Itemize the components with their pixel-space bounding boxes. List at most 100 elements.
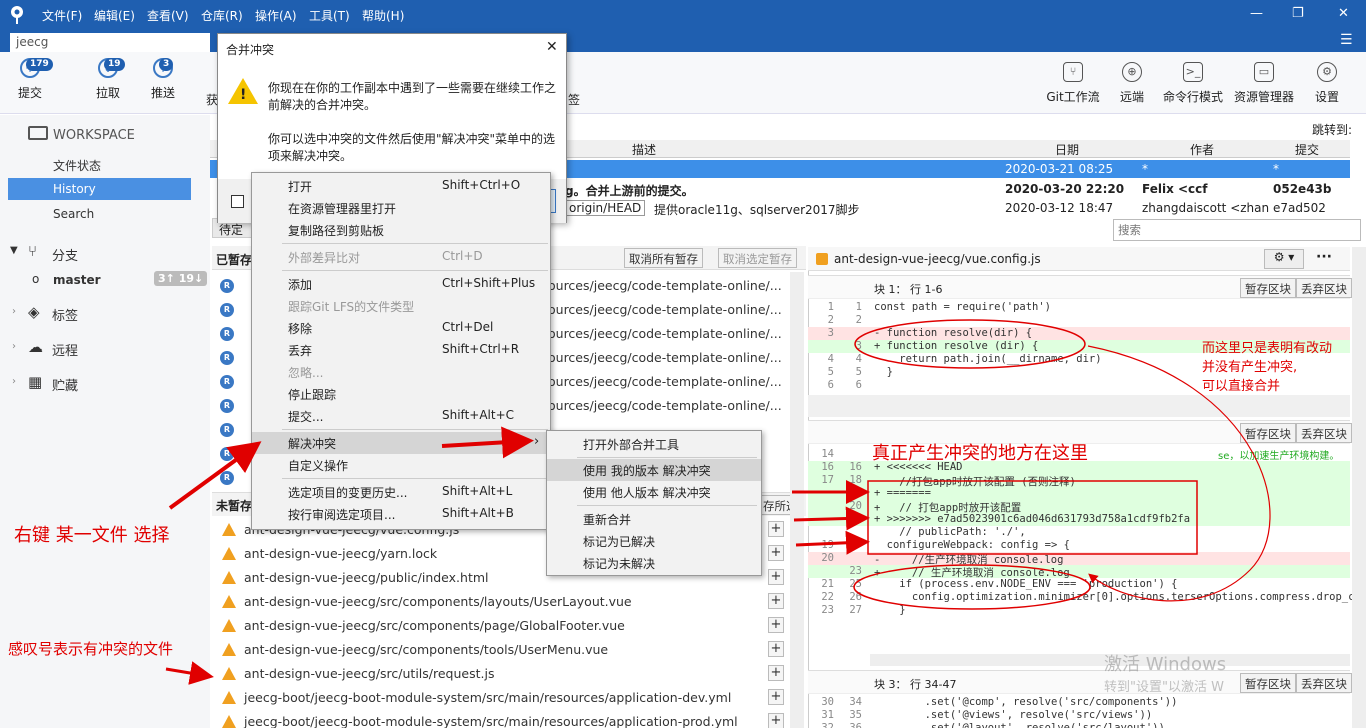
submenu-item[interactable]: 重新合并 — [547, 508, 761, 530]
close-window-icon[interactable]: ✕ — [1338, 6, 1349, 21]
context-menu-item[interactable]: 移除 Ctrl+Del — [252, 317, 550, 339]
sidebar-item-branches[interactable]: 分支 — [52, 245, 78, 264]
sidebar-item-tags[interactable]: 标签 — [52, 305, 78, 324]
minimize-icon[interactable]: — — [1250, 6, 1263, 21]
stage-file-plus-icon[interactable]: + — [768, 617, 784, 633]
stage-file-plus-icon[interactable]: + — [768, 689, 784, 705]
hamburger-icon[interactable]: ☰ — [1340, 32, 1353, 48]
submenu-item[interactable]: 使用 我的版本 解决冲突 — [547, 459, 761, 481]
history-label: History — [53, 182, 96, 196]
gitflow-button[interactable]: ⑂ Git工作流 — [1040, 62, 1106, 105]
sidebar-item-history[interactable]: History — [8, 178, 191, 200]
context-menu-item[interactable]: 自定义操作 — [252, 454, 550, 476]
discard-hunk-button[interactable]: 丢弃区块 — [1296, 673, 1352, 693]
column-description[interactable]: 描述 — [632, 141, 656, 158]
dialog-message-2: 你可以选中冲突的文件然后使用"解决冲突"菜单中的选项来解决冲突。 — [268, 132, 556, 163]
chevron-right-icon[interactable]: › — [12, 376, 16, 387]
stage-file-plus-icon[interactable]: + — [768, 569, 784, 585]
annotation-warning-meaning: 感叹号表示有冲突的文件 — [8, 640, 174, 658]
menu-repository[interactable]: 仓库(R) — [201, 7, 243, 24]
push-button[interactable]: ↑3 推送 — [133, 58, 193, 101]
submenu-item-label: 标记为未解决 — [583, 557, 656, 571]
context-menu-item[interactable]: 丢弃 Shift+Ctrl+R — [252, 339, 550, 361]
code-text: + >>>>>>> e7ad5023901c6ad046d631793d758a… — [874, 513, 1191, 525]
chevron-down-icon[interactable]: ▼ — [10, 245, 18, 256]
explorer-button[interactable]: ▭ 资源管理器 — [1232, 62, 1296, 105]
stage-file-plus-icon[interactable]: + — [768, 641, 784, 657]
stage-file-plus-icon[interactable]: + — [768, 593, 784, 609]
commit-button[interactable]: +179 提交 — [0, 58, 60, 101]
menu-actions[interactable]: 操作(A) — [255, 7, 297, 24]
stage-file-plus-icon[interactable]: + — [768, 545, 784, 561]
menu-file[interactable]: 文件(F) — [42, 7, 82, 24]
context-menu-item[interactable]: 按行审阅选定项目... Shift+Alt+B — [252, 503, 550, 525]
list-item[interactable]: jeecg-boot/jeecg-boot-module-system/src/… — [212, 710, 792, 728]
menu-tools[interactable]: 工具(T) — [309, 7, 350, 24]
cloud-icon: ☁ — [28, 338, 43, 356]
submenu-item[interactable]: 打开外部合并工具 — [547, 433, 761, 455]
stage-file-plus-icon[interactable]: + — [768, 713, 784, 728]
sidebar-item-file-status[interactable]: 文件状态 — [53, 157, 101, 174]
sidebar-item-remotes[interactable]: 远程 — [52, 340, 78, 359]
diff-vertical-scrollbar[interactable] — [1352, 247, 1366, 728]
list-item[interactable]: ant-design-vue-jeecg/src/components/tool… — [212, 638, 792, 662]
context-menu-item[interactable]: 解决冲突 › — [252, 432, 550, 454]
chevron-right-icon[interactable]: › — [12, 306, 16, 317]
chevron-right-icon[interactable]: › — [12, 341, 16, 352]
column-author[interactable]: 作者 — [1190, 141, 1214, 158]
list-item[interactable]: ant-design-vue-jeecg/src/utils/request.j… — [212, 662, 792, 686]
menu-edit[interactable]: 编辑(E) — [94, 7, 135, 24]
column-date[interactable]: 日期 — [1055, 141, 1079, 158]
submenu-item[interactable]: 标记为未解决 — [547, 552, 761, 574]
master-ahead-behind-badge: 3↑ 19↓ — [154, 271, 208, 286]
file-list-scrollbar[interactable] — [790, 272, 804, 728]
list-item[interactable]: jeecg-boot/jeecg-boot-module-system/src/… — [212, 686, 792, 710]
context-menu-item[interactable]: 外部差异比对 Ctrl+D — [252, 246, 550, 268]
context-menu-item[interactable]: 忽略... — [252, 361, 550, 383]
stage-hunk-button[interactable]: 暂存区块 — [1240, 423, 1296, 443]
menu-help[interactable]: 帮助(H) — [362, 7, 404, 24]
search-input-wrapper[interactable] — [1113, 219, 1361, 241]
stage-hunk-button[interactable]: 暂存区块 — [1240, 673, 1296, 693]
repo-tab[interactable]: jeecg — [10, 33, 210, 52]
pull-button[interactable]: ↓19 拉取 — [78, 58, 138, 101]
context-menu-item[interactable]: 停止跟踪 — [252, 383, 550, 405]
diff-options-gear-icon[interactable]: ⚙ ▾ — [1264, 249, 1304, 269]
context-menu-item[interactable]: 添加 Ctrl+Shift+Plus — [252, 273, 550, 295]
search-input[interactable] — [1118, 221, 1358, 239]
new-line-number: 19 — [849, 487, 862, 499]
stage-file-plus-icon[interactable]: + — [768, 665, 784, 681]
discard-hunk-button[interactable]: 丢弃区块 — [1296, 423, 1352, 443]
more-options-icon[interactable]: ··· — [1316, 249, 1332, 265]
context-menu-item[interactable]: 在资源管理器里打开 — [252, 197, 550, 219]
dont-show-again-checkbox[interactable] — [231, 195, 244, 208]
menu-view[interactable]: 查看(V) — [147, 7, 189, 24]
submenu-item[interactable]: 使用 他人版本 解决冲突 — [547, 481, 761, 503]
terminal-button[interactable]: >_ 命令行模式 — [1160, 62, 1226, 105]
column-commit[interactable]: 提交 — [1295, 141, 1319, 158]
context-menu-item[interactable]: 复制路径到剪贴板 — [252, 219, 550, 241]
discard-hunk-button[interactable]: 丢弃区块 — [1296, 278, 1352, 298]
sidebar-item-search[interactable]: Search — [53, 207, 94, 221]
list-item[interactable]: ant-design-vue-jeecg/src/components/page… — [212, 614, 792, 638]
new-line-number: 4 — [855, 353, 862, 365]
dialog-close-icon[interactable]: ✕ — [546, 39, 558, 55]
restore-icon[interactable]: ❐ — [1292, 6, 1304, 21]
branch-master[interactable]: master — [53, 273, 101, 287]
context-menu-item[interactable]: 打开 Shift+Ctrl+O — [252, 175, 550, 197]
stage-file-plus-icon[interactable]: + — [768, 521, 784, 537]
remote-button[interactable]: ⊕ 远端 — [1112, 62, 1152, 105]
unstage-all-button[interactable]: 取消所有暂存 — [624, 248, 703, 268]
list-item[interactable]: ant-design-vue-jeecg/src/components/layo… — [212, 590, 792, 614]
pending-label: 待定 — [219, 223, 244, 237]
submenu-item[interactable]: 标记为已解决 — [547, 530, 761, 552]
sidebar-item-stashes[interactable]: 贮藏 — [52, 375, 78, 394]
settings-button[interactable]: ⚙ 设置 — [1308, 62, 1346, 105]
stage-hunk-button[interactable]: 暂存区块 — [1240, 278, 1296, 298]
unstage-selected-button[interactable]: 取消选定暂存 — [718, 248, 797, 268]
context-menu-item[interactable]: 选定项目的变更历史... Shift+Alt+L — [252, 481, 550, 503]
push-badge: 3 — [159, 58, 174, 71]
diff-line: 19 + ======= — [808, 487, 1350, 500]
context-menu-item[interactable]: 提交... Shift+Alt+C — [252, 405, 550, 427]
context-menu-item[interactable]: 跟踪Git LFS的文件类型 — [252, 295, 550, 317]
